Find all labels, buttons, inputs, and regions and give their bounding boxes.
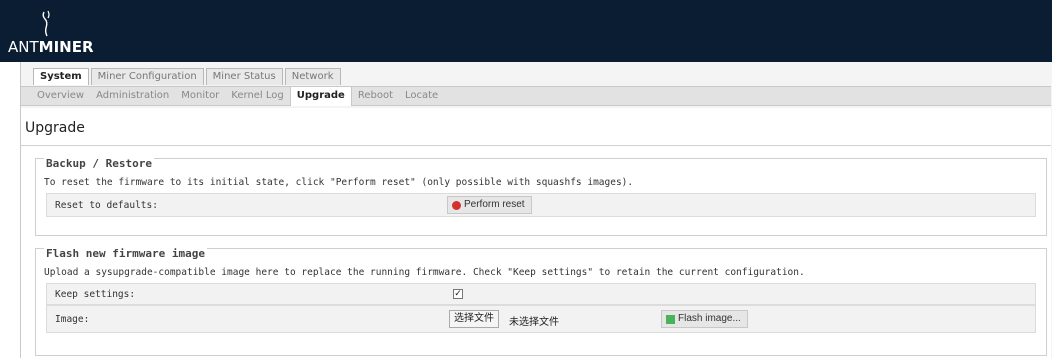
flash-image-button[interactable]: Flash image... <box>661 310 748 328</box>
top-tabs: System Miner Configuration Miner Status … <box>33 68 341 86</box>
tab-network[interactable]: Network <box>284 68 341 85</box>
subtab-upgrade[interactable]: Upgrade <box>289 86 352 106</box>
file-status-text: 未选择文件 <box>509 317 559 328</box>
keep-settings-label: Keep settings: <box>55 289 136 300</box>
subtab-monitor[interactable]: Monitor <box>175 87 225 105</box>
app-header: ANTMINER <box>0 0 1052 62</box>
reset-row: Reset to defaults: Perform reset <box>46 193 1036 217</box>
flash-image-label: Flash image... <box>678 313 741 324</box>
flash-description: Upload a sysupgrade-compatible image her… <box>44 267 805 278</box>
antminer-logo: ANTMINER <box>8 10 98 56</box>
subtab-overview[interactable]: Overview <box>31 87 90 105</box>
choose-file-button[interactable]: 选择文件 <box>449 310 499 328</box>
backup-legend: Backup / Restore <box>44 157 154 170</box>
subtab-administration[interactable]: Administration <box>90 87 175 105</box>
backup-restore-section: Backup / Restore To reset the firmware t… <box>35 157 1047 236</box>
title-divider <box>21 145 1051 146</box>
ant-figure-icon <box>42 10 50 37</box>
image-row: Image: 选择文件 未选择文件 Flash image... <box>46 305 1036 333</box>
reset-label: Reset to defaults: <box>55 200 158 211</box>
tab-system[interactable]: System <box>33 68 89 85</box>
perform-reset-label: Perform reset <box>464 199 525 210</box>
reset-icon <box>452 200 461 210</box>
keep-settings-checkbox[interactable]: ✓ <box>453 289 463 299</box>
logo-text: ANTMINER <box>8 38 94 56</box>
perform-reset-button[interactable]: Perform reset <box>447 196 532 214</box>
main-content: System Miner Configuration Miner Status … <box>20 62 1052 358</box>
flash-firmware-section: Flash new firmware image Upload a sysupg… <box>35 247 1047 356</box>
keep-settings-row: Keep settings: ✓ <box>46 283 1036 305</box>
subtab-locate[interactable]: Locate <box>399 87 444 105</box>
flash-icon <box>666 314 675 324</box>
upgrade-page: Upgrade Backup / Restore To reset the fi… <box>21 108 1051 358</box>
flash-legend: Flash new firmware image <box>44 247 207 260</box>
backup-description: To reset the firmware to its initial sta… <box>44 177 634 188</box>
tab-miner-status[interactable]: Miner Status <box>205 68 283 85</box>
subtab-kernel-log[interactable]: Kernel Log <box>225 87 289 105</box>
subtab-reboot[interactable]: Reboot <box>352 87 399 105</box>
tab-miner-configuration[interactable]: Miner Configuration <box>90 68 204 85</box>
image-label: Image: <box>55 314 90 325</box>
sub-tabs: Overview Administration Monitor Kernel L… <box>21 86 1051 106</box>
page-title: Upgrade <box>25 120 85 136</box>
